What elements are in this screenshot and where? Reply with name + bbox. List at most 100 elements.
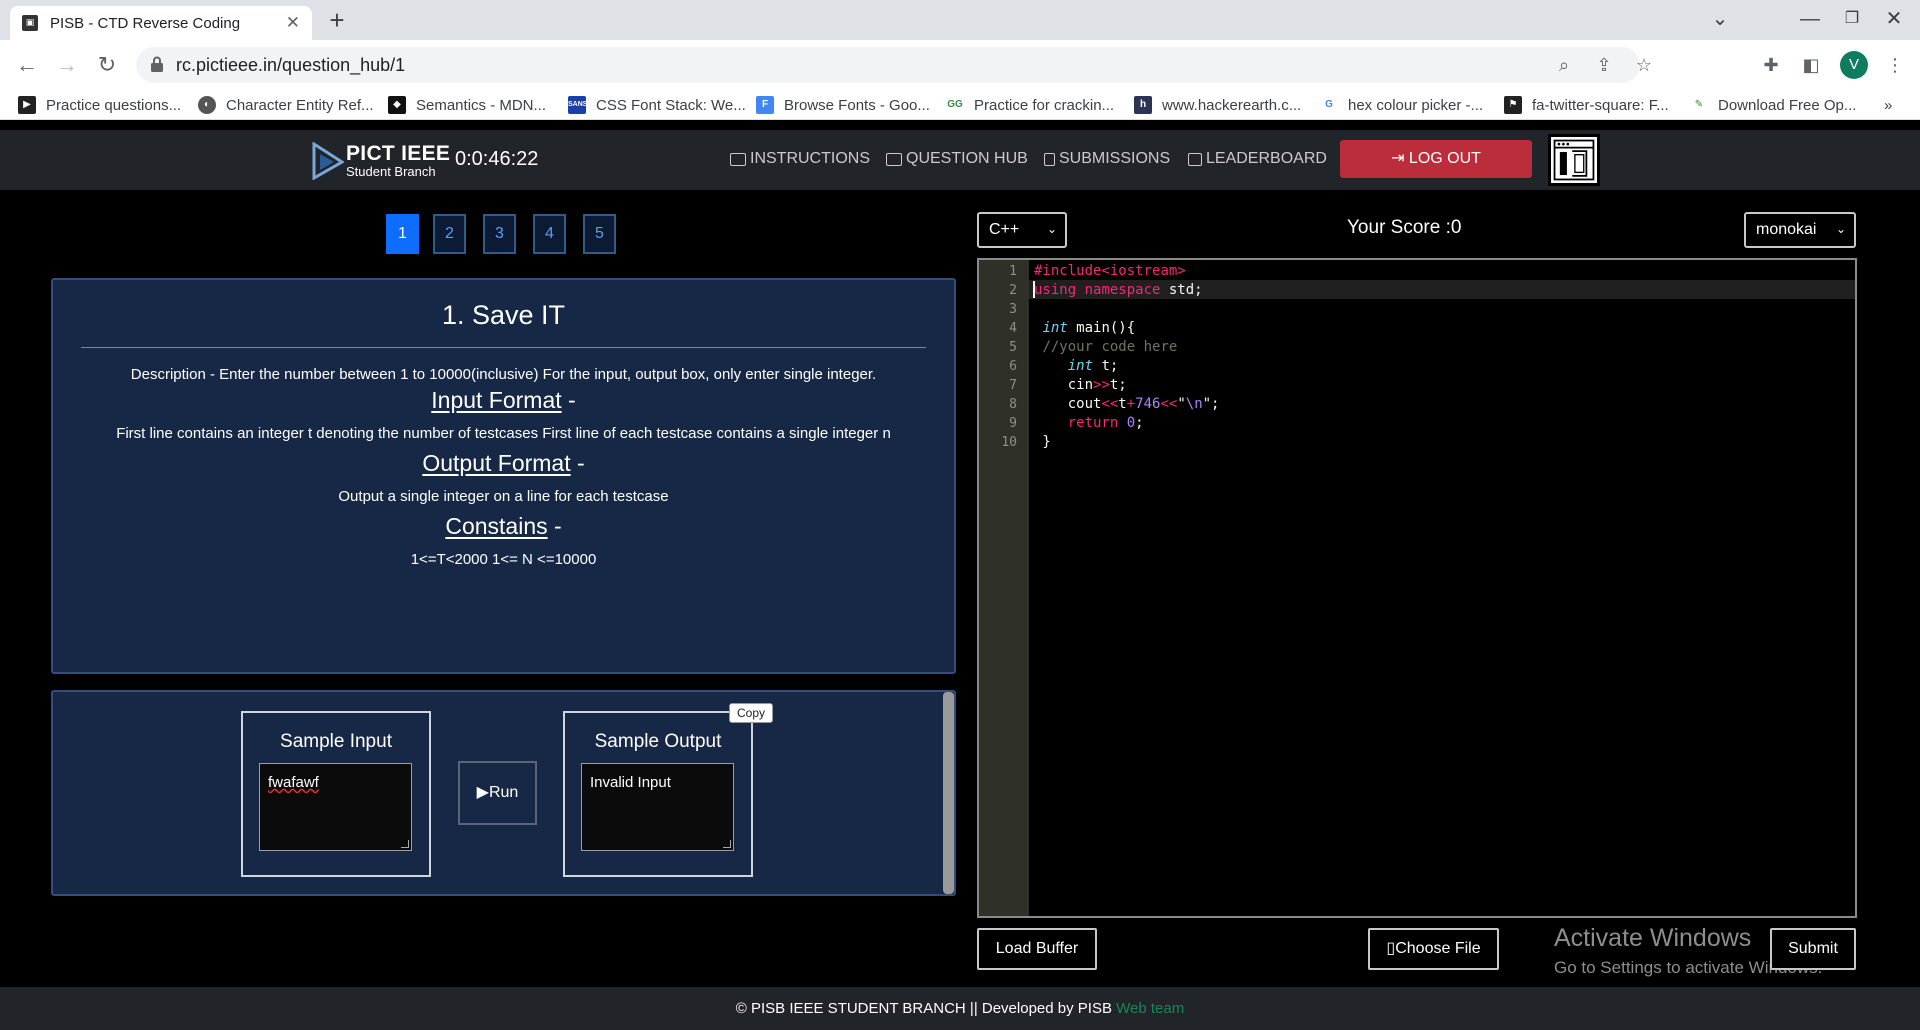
list-icon	[730, 152, 746, 166]
tab-search-icon[interactable]: ⌄	[1698, 0, 1742, 40]
bookmark-item[interactable]: GG Practice for crackin...	[946, 94, 1114, 116]
bookmarks-overflow[interactable]: »	[1884, 94, 1892, 116]
language-select[interactable]: C++ ⌄	[977, 212, 1067, 248]
samples-scrollbar[interactable]	[943, 692, 954, 894]
nav-instructions[interactable]: INSTRUCTIONS	[730, 150, 870, 168]
file-upload-icon: ▯	[1386, 940, 1396, 957]
line-number-gutter: 1 2 3 4 5 6 7 8 9 10	[979, 260, 1029, 916]
bookmark-item[interactable]: ▶ Practice questions...	[18, 94, 181, 116]
bookmark-star-icon[interactable]: ☆	[1632, 53, 1656, 77]
nav-submissions[interactable]: SUBMISSIONS	[1044, 150, 1170, 168]
bookmark-item[interactable]: ⚑ fa-twitter-square: F...	[1504, 94, 1669, 116]
profile-avatar[interactable]: V	[1840, 51, 1868, 79]
code-line: using namespace std;	[1034, 282, 1203, 298]
question-number-button[interactable]: 5	[583, 214, 616, 254]
bookmarks-bar: ▶ Practice questions... ◐ Character Entity…	[0, 90, 1920, 120]
nav-question-hub[interactable]: QUESTION HUB	[886, 150, 1028, 168]
theme-select[interactable]: monokai ⌄	[1744, 212, 1856, 248]
windows-activation-title: Activate Windows	[1554, 924, 1752, 952]
nav-label: QUESTION HUB	[906, 150, 1028, 167]
line-number: 2	[1009, 283, 1017, 298]
question-number-button[interactable]: 2	[433, 214, 466, 254]
load-buffer-button[interactable]: Load Buffer	[977, 928, 1097, 970]
question-number-button[interactable]: 4	[533, 214, 566, 254]
address-bar-row: ← → ↻ rc.pictieee.in/question_hub/1 ⌕ ⇪ …	[0, 40, 1920, 90]
bookmark-label: Practice for crackin...	[974, 96, 1115, 114]
logout-button[interactable]: ⇥ LOG OUT	[1340, 140, 1532, 178]
restore-icon[interactable]: ❐	[1830, 0, 1874, 40]
bookmark-item[interactable]: Ghex colour picker -...	[1320, 94, 1483, 116]
question-number-button[interactable]: 3	[483, 214, 516, 254]
language-value: C++	[989, 221, 1020, 238]
code-line: int t;	[1067, 358, 1119, 374]
back-icon[interactable]: ←	[12, 50, 42, 80]
nav-label: SUBMISSIONS	[1059, 150, 1171, 167]
window-close-icon[interactable]: ✕	[1872, 0, 1916, 40]
bookmark-label: fa-twitter-square: F...	[1532, 96, 1669, 114]
footer: © PISB IEEE STUDENT BRANCH || Developed …	[0, 987, 1920, 1030]
heading-dash: -	[568, 387, 576, 413]
line-number: 7	[1009, 378, 1017, 393]
side-panel-icon[interactable]: ◧	[1798, 52, 1824, 78]
choose-file-label: Choose File	[1395, 940, 1481, 957]
countdown-timer: 0:0:46:22	[455, 148, 539, 170]
input-format-heading: Input Format -	[53, 387, 954, 414]
line-number: 8	[1009, 397, 1017, 412]
sample-output-field[interactable]: Invalid Input	[581, 763, 734, 851]
new-tab-icon[interactable]: +	[322, 6, 352, 36]
bookmark-item[interactable]: ◆ Semantics - MDN...	[388, 94, 546, 116]
resize-handle-icon[interactable]	[723, 840, 731, 848]
line-number: 5	[1009, 340, 1017, 355]
bookmark-label: www.hackerearth.c...	[1162, 96, 1302, 114]
line-number: 1	[1009, 264, 1017, 279]
bookmark-item[interactable]: SANS CSS Font Stack: We...	[568, 94, 746, 116]
resize-handle-icon[interactable]	[401, 840, 409, 848]
zoom-icon[interactable]: ⌕	[1552, 53, 1576, 77]
minimize-icon[interactable]: —	[1788, 0, 1832, 40]
code-editor[interactable]: 1 2 3 4 5 6 7 8 9 10 #include<iostream> …	[977, 258, 1857, 918]
extensions-icon[interactable]: ✚	[1758, 52, 1784, 78]
url-bar[interactable]: rc.pictieee.in/question_hub/1 ⌕ ⇪ ☆	[136, 47, 1652, 83]
bookmark-label: CSS Font Stack: We...	[596, 96, 746, 114]
bookmark-favicon-icon: ✎	[1690, 96, 1708, 114]
sign-out-icon: ⇥	[1391, 150, 1409, 167]
sample-input-field[interactable]: fwafawf	[259, 763, 412, 851]
nav-label: INSTRUCTIONS	[750, 150, 870, 167]
menu-icon[interactable]: ⋮	[1882, 52, 1908, 78]
rc-logo-icon	[1548, 134, 1600, 186]
file-icon	[1044, 152, 1055, 166]
theme-value: monokai	[1756, 221, 1817, 238]
question-card: 1. Save IT Description - Enter the numbe…	[51, 278, 956, 674]
bookmark-item[interactable]: ◐ Character Entity Ref...	[198, 94, 374, 116]
heading-dash: -	[577, 450, 585, 476]
bookmark-item[interactable]: h www.hackerearth.c...	[1134, 94, 1301, 116]
line-number: 6	[1009, 359, 1017, 374]
share-icon[interactable]: ⇪	[1592, 53, 1616, 77]
browser-tab-bar: ▣ PISB - CTD Reverse Coding ✕ + ⌄ — ❐ ✕	[0, 0, 1920, 40]
footer-text: © PISB IEEE STUDENT BRANCH || Developed …	[735, 1000, 1117, 1017]
bookmark-label: Semantics - MDN...	[416, 96, 547, 114]
bookmark-item[interactable]: F Browse Fonts - Goo...	[756, 94, 930, 116]
play-icon: ▶	[476, 784, 489, 801]
pict-ieee-logo-icon	[312, 142, 344, 180]
footer-web-team-link[interactable]: Web team	[1116, 1000, 1184, 1017]
constraints-heading: Constains -	[53, 513, 954, 540]
tab-close-icon[interactable]: ✕	[286, 13, 300, 33]
question-number-button[interactable]: 1	[386, 214, 419, 254]
nav-leaderboard[interactable]: LEADERBOARD	[1188, 150, 1327, 168]
input-format-label: Input Format	[431, 387, 562, 413]
sample-input-label: Sample Input	[280, 731, 392, 752]
forward-icon[interactable]: →	[52, 50, 82, 80]
bookmark-label: Download Free Op...	[1718, 96, 1857, 114]
run-button[interactable]: ▶Run	[458, 761, 537, 825]
reload-icon[interactable]: ↻	[92, 50, 122, 80]
bookmark-item[interactable]: ✎ Download Free Op...	[1690, 94, 1856, 116]
code-line: cout<<t+746<<"\n";	[1034, 396, 1220, 412]
browser-tab[interactable]: ▣ PISB - CTD Reverse Coding ✕	[10, 6, 312, 40]
code-line: return 0;	[1067, 415, 1144, 431]
copy-button[interactable]: Copy	[729, 703, 773, 723]
choose-file-button[interactable]: ▯Choose File	[1368, 928, 1499, 970]
submit-button[interactable]: Submit	[1770, 928, 1856, 970]
list-icon	[886, 152, 902, 166]
line-number: 9	[1009, 416, 1017, 431]
